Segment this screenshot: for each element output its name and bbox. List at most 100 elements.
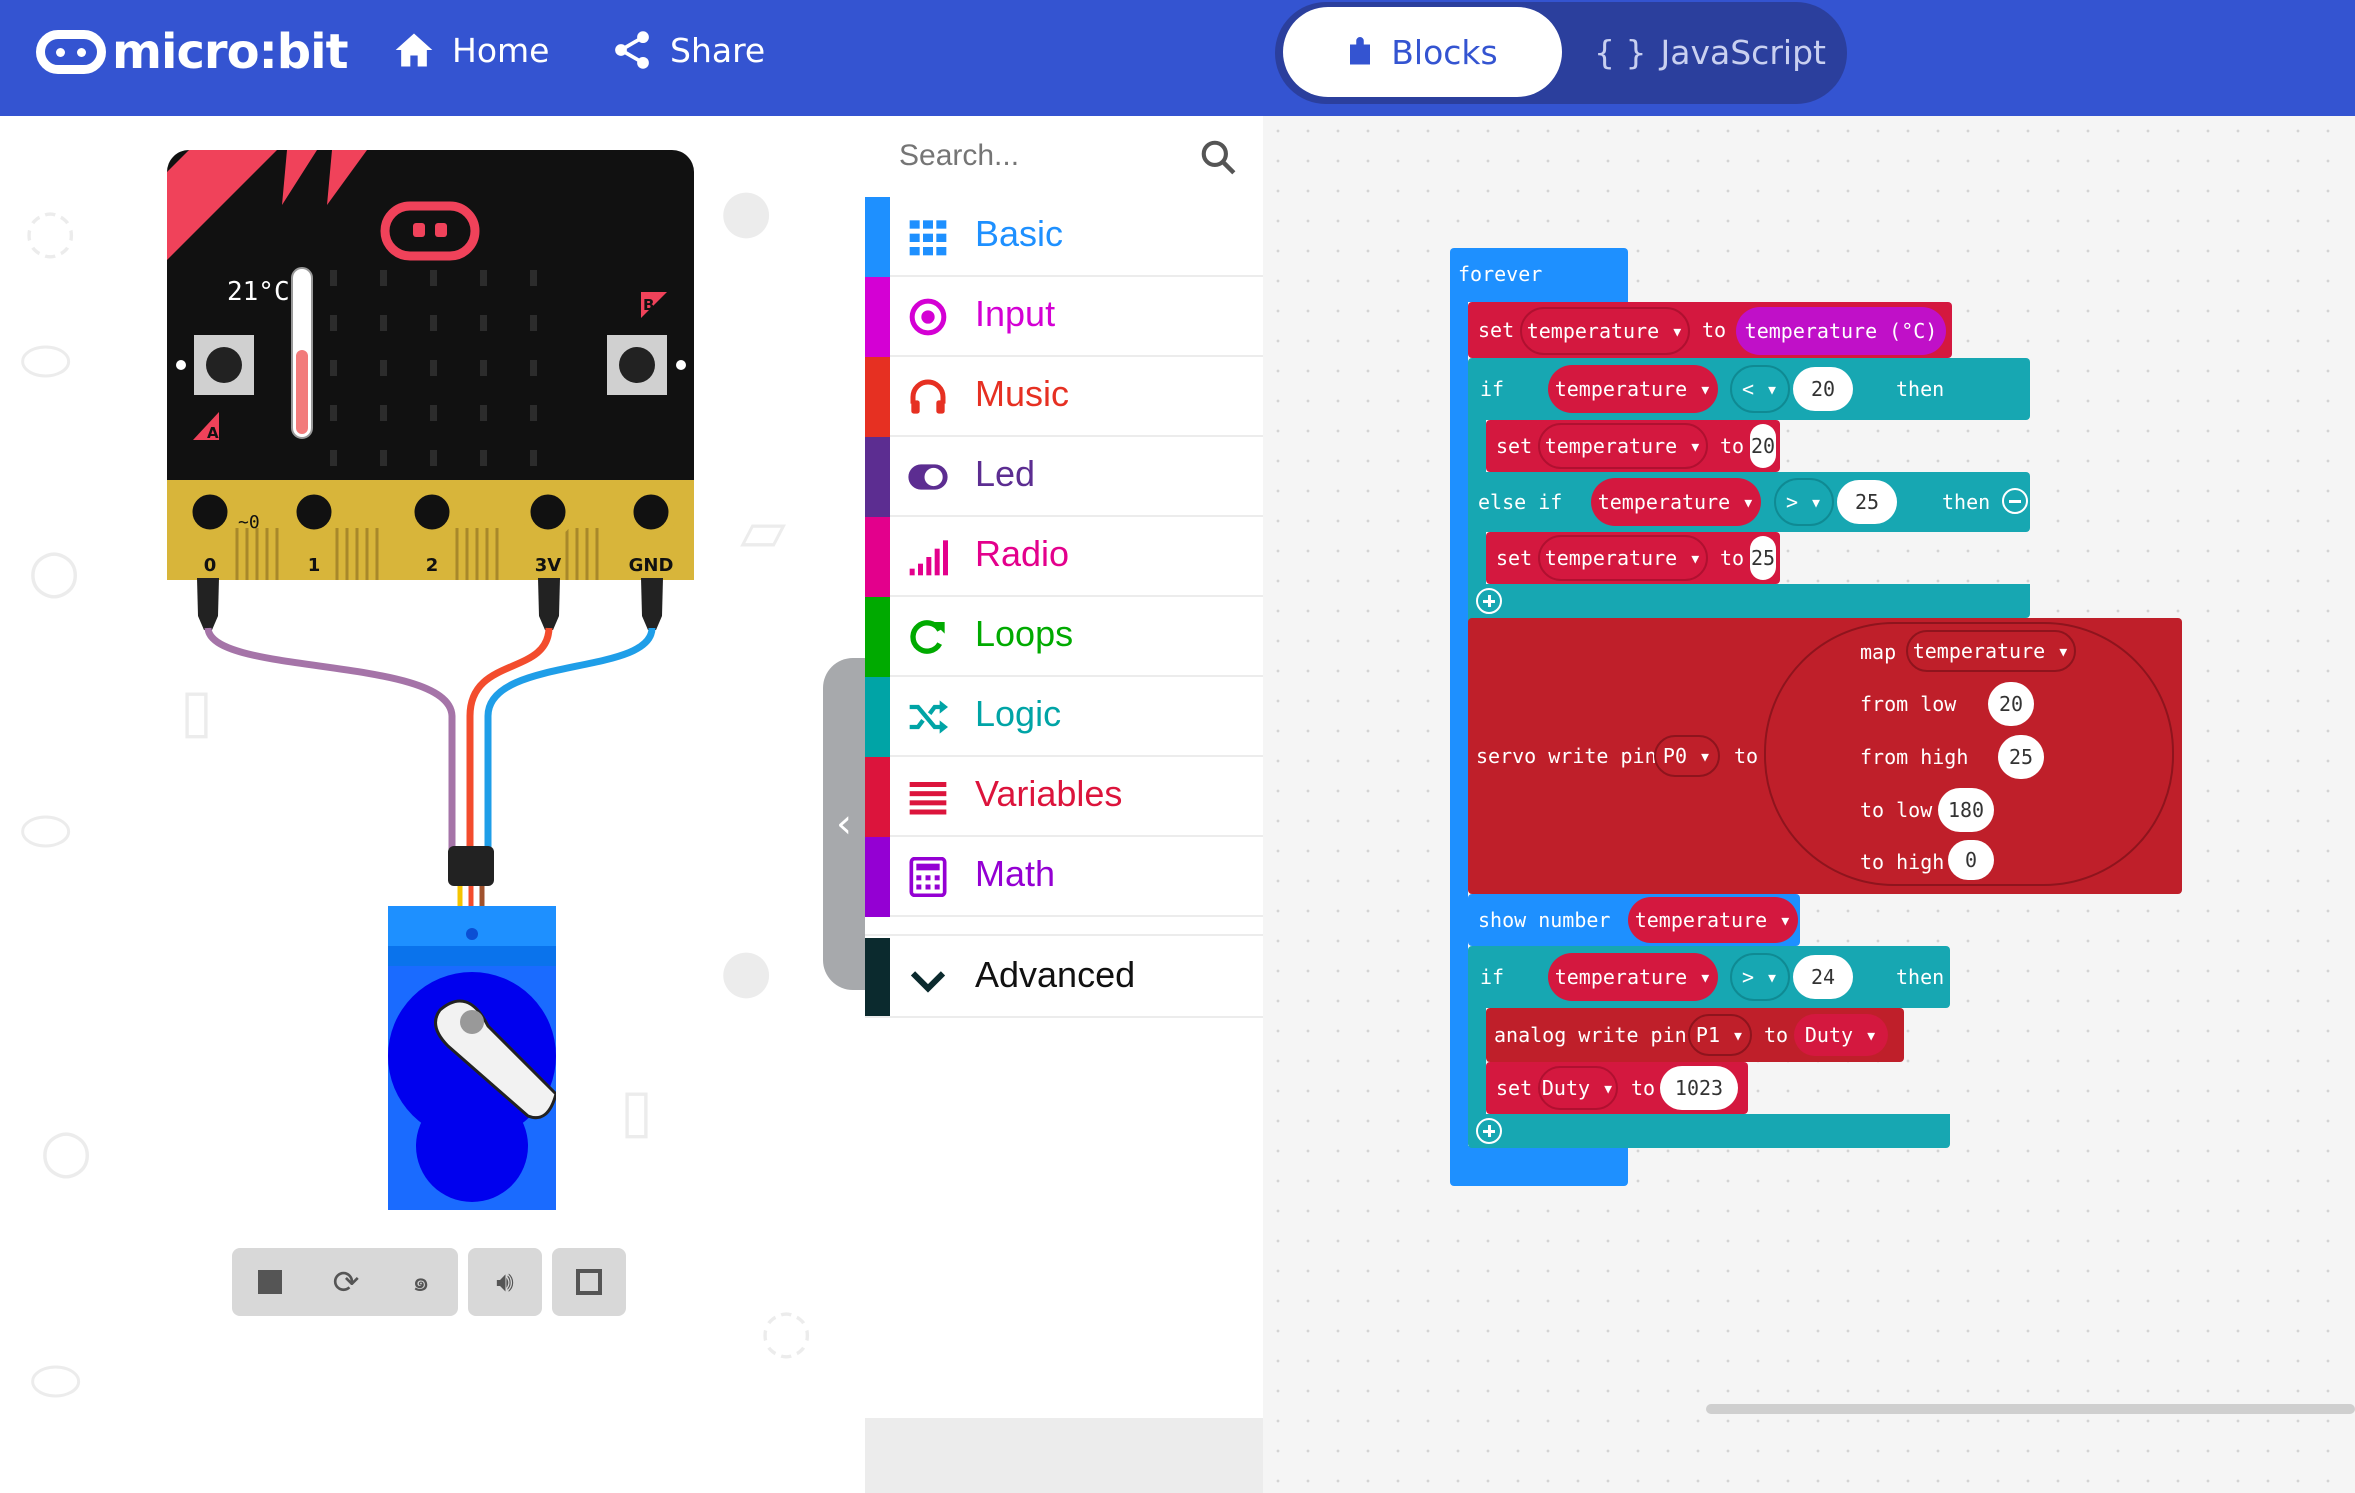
number-input[interactable]: 1023: [1660, 1066, 1738, 1110]
add-else-icon[interactable]: [1476, 588, 1502, 614]
category-variables[interactable]: Variables: [865, 757, 1263, 837]
microbit-logo[interactable]: micro:bit: [36, 24, 349, 80]
search-icon[interactable]: [1199, 138, 1237, 176]
puzzle-icon: [1350, 37, 1371, 65]
variable-dropdown[interactable]: temperature ▾: [1591, 478, 1761, 526]
then-label: then: [1896, 377, 1945, 401]
forever-left-arm: [1450, 296, 1468, 1166]
if-block[interactable]: if temperature ▾ > ▾ 24 then: [1468, 946, 1950, 1008]
number-input[interactable]: 0: [1948, 840, 1994, 880]
to-label: to: [1720, 434, 1745, 458]
target-icon: [909, 298, 947, 336]
category-label: Advanced: [975, 954, 1136, 995]
simulator-panel: ◌ ⬭ ○ ● ▱ ⬭ ▯ ○ ▯ ◌ ⬭ ● 21°C A B ~0 0 1 …: [0, 116, 865, 1493]
variable-dropdown[interactable]: temperature ▾: [1538, 535, 1708, 581]
show-number-block[interactable]: show number temperature ▾: [1468, 894, 1800, 946]
category-logic[interactable]: Logic: [865, 677, 1263, 757]
category-label: Basic: [975, 213, 1064, 254]
temperature-sensor-block[interactable]: temperature (°C): [1736, 307, 1946, 355]
share-label: Share: [670, 30, 766, 70]
category-loops[interactable]: Loops: [865, 597, 1263, 677]
share-button[interactable]: Share: [610, 28, 765, 72]
set-block[interactable]: set temperature ▾ to temperature (°C): [1468, 302, 1952, 358]
number-input[interactable]: 25: [1750, 536, 1776, 580]
fullscreen-icon[interactable]: [552, 1248, 626, 1316]
forever-block[interactable]: forever: [1450, 248, 1628, 302]
category-advanced[interactable]: Advanced: [865, 938, 1263, 1018]
else-if-row[interactable]: else if temperature ▾ > ▾ 25 then: [1468, 472, 2030, 532]
number-input[interactable]: 20: [1750, 424, 1776, 468]
set-block[interactable]: set temperature ▾ to 25: [1486, 532, 1780, 584]
category-label: Music: [975, 373, 1070, 414]
logo-text: micro:bit: [112, 24, 349, 80]
else-if-label: else if: [1478, 490, 1563, 514]
number-input[interactable]: 25: [1837, 480, 1897, 524]
variable-dropdown[interactable]: Duty ▾: [1538, 1066, 1618, 1110]
operator-dropdown[interactable]: > ▾: [1774, 478, 1834, 526]
variable-dropdown[interactable]: temperature ▾: [1548, 365, 1718, 413]
add-else-icon[interactable]: [1476, 1118, 1502, 1144]
to-label: to: [1734, 744, 1759, 768]
number-input[interactable]: 180: [1938, 788, 1994, 832]
category-music[interactable]: Music: [865, 357, 1263, 437]
blocks-workspace[interactable]: forever set temperature ▾ to temperature…: [1263, 116, 2355, 1493]
category-input[interactable]: Input: [865, 277, 1263, 357]
background-decoration: ◌: [760, 1296, 813, 1366]
category-led[interactable]: Led: [865, 437, 1263, 517]
category-label: Radio: [975, 533, 1070, 574]
home-button[interactable]: Home: [392, 28, 549, 72]
if-bottom: [1468, 1114, 1950, 1148]
horizontal-scrollbar[interactable]: [1706, 1404, 2355, 1414]
analog-write-label: analog write pin: [1494, 1023, 1687, 1047]
operator-dropdown[interactable]: > ▾: [1730, 953, 1790, 1001]
category-label: Math: [975, 853, 1056, 894]
blocks-tab[interactable]: Blocks: [1283, 7, 1562, 97]
number-input[interactable]: 20: [1988, 682, 2034, 726]
number-input[interactable]: 20: [1793, 367, 1853, 411]
share-icon: [615, 31, 649, 69]
category-label: Input: [975, 293, 1056, 334]
javascript-tab[interactable]: { } JavaScript: [1575, 7, 1845, 97]
servo-write-block[interactable]: servo write pin P0 ▾ to map temperature …: [1468, 618, 2182, 894]
from-high-label: from high: [1860, 745, 1969, 769]
mute-icon[interactable]: 🔊︎: [468, 1248, 542, 1316]
variable-dropdown[interactable]: temperature ▾: [1548, 953, 1718, 1001]
slow-mo-icon[interactable]: ๑: [384, 1248, 458, 1316]
variable-dropdown[interactable]: Duty ▾: [1794, 1014, 1888, 1056]
braces-icon: { }: [1594, 32, 1647, 72]
signal-bars-icon: [909, 540, 948, 576]
map-block[interactable]: map temperature ▾ from low 20 from high …: [1764, 622, 2174, 886]
number-input[interactable]: 25: [1998, 735, 2044, 779]
restart-icon[interactable]: ⟳: [308, 1248, 384, 1316]
home-label: Home: [452, 30, 550, 70]
servo-motor: [388, 906, 556, 1210]
set-block[interactable]: set temperature ▾ to 20: [1486, 420, 1780, 472]
to-label: to: [1720, 546, 1745, 570]
search-input[interactable]: [897, 134, 1191, 178]
set-block[interactable]: set Duty ▾ to 1023: [1486, 1062, 1748, 1114]
remove-else-icon[interactable]: [2002, 488, 2028, 514]
pin-dropdown[interactable]: P0 ▾: [1654, 735, 1720, 777]
toolbox-search: [865, 116, 1263, 196]
category-basic[interactable]: Basic: [865, 197, 1263, 277]
variable-dropdown[interactable]: temperature ▾: [1628, 897, 1798, 943]
analog-write-block[interactable]: analog write pin P1 ▾ to Duty ▾: [1486, 1008, 1904, 1062]
stop-icon[interactable]: [232, 1248, 308, 1316]
number-input[interactable]: 24: [1793, 955, 1853, 999]
category-math[interactable]: Math: [865, 837, 1263, 917]
servo-write-label: servo write pin: [1476, 744, 1657, 768]
to-label: to: [1702, 318, 1727, 342]
set-label: set: [1496, 434, 1533, 458]
collapse-simulator-button[interactable]: ‹: [823, 658, 865, 990]
blocks-label: Blocks: [1391, 32, 1498, 72]
variable-dropdown[interactable]: temperature ▾: [1538, 423, 1708, 469]
operator-dropdown[interactable]: < ▾: [1730, 365, 1790, 413]
if-block[interactable]: if temperature ▾ < ▾ 20 then: [1468, 358, 2030, 420]
show-number-label: show number: [1478, 908, 1611, 932]
if-label: if: [1480, 965, 1505, 989]
variable-dropdown[interactable]: temperature ▾: [1906, 630, 2076, 672]
if-label: if: [1480, 377, 1505, 401]
variable-dropdown[interactable]: temperature ▾: [1520, 307, 1690, 355]
pin-dropdown[interactable]: P1 ▾: [1688, 1014, 1752, 1056]
category-radio[interactable]: Radio: [865, 517, 1263, 597]
